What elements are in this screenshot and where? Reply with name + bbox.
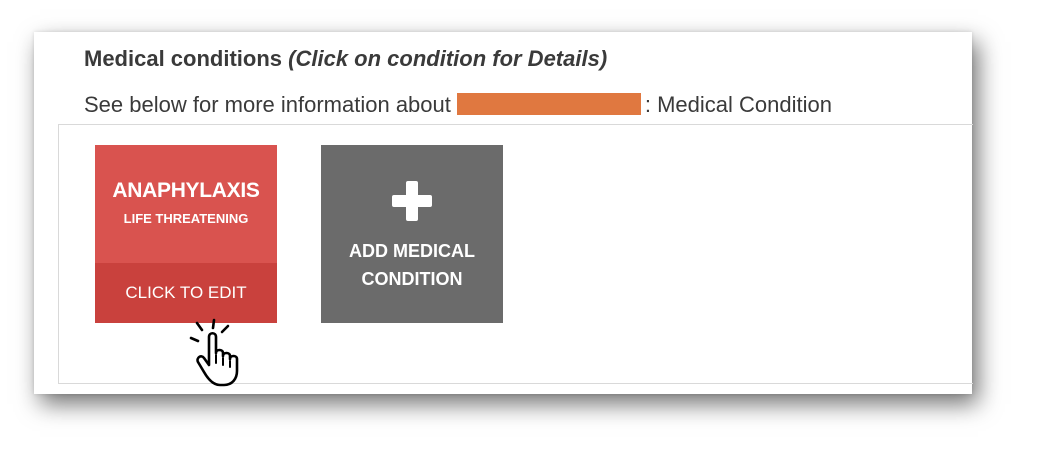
- section-title: Medical conditions (Click on condition f…: [84, 46, 607, 72]
- edit-condition-button[interactable]: CLICK TO EDIT: [95, 263, 277, 323]
- add-medical-condition-button[interactable]: ADD MEDICAL CONDITION: [321, 145, 503, 323]
- condition-name: ANAPHYLAXIS: [112, 179, 260, 202]
- medical-conditions-panel: Medical conditions (Click on condition f…: [34, 32, 973, 394]
- section-subtitle: See below for more information about : Me…: [84, 92, 832, 118]
- add-condition-label-line1: ADD MEDICAL: [349, 241, 475, 261]
- condition-cards-area: ANAPHYLAXIS LIFE THREATENING CLICK TO ED…: [58, 124, 973, 387]
- section-title-hint: (Click on condition for Details): [288, 46, 608, 71]
- add-condition-label-line2: CONDITION: [361, 269, 463, 289]
- subtitle-suffix: : Medical Condition: [644, 92, 832, 117]
- add-condition-label: ADD MEDICAL CONDITION: [327, 237, 497, 293]
- section-title-text: Medical conditions: [84, 46, 289, 71]
- plus-icon: [392, 181, 432, 221]
- condition-severity: LIFE THREATENING: [123, 211, 249, 226]
- subtitle-prefix: See below for more information about: [84, 92, 451, 117]
- hand-pointer-icon: [189, 318, 239, 387]
- condition-card-anaphylaxis[interactable]: ANAPHYLAXIS LIFE THREATENING CLICK TO ED…: [95, 145, 277, 323]
- redacted-name: [456, 93, 641, 115]
